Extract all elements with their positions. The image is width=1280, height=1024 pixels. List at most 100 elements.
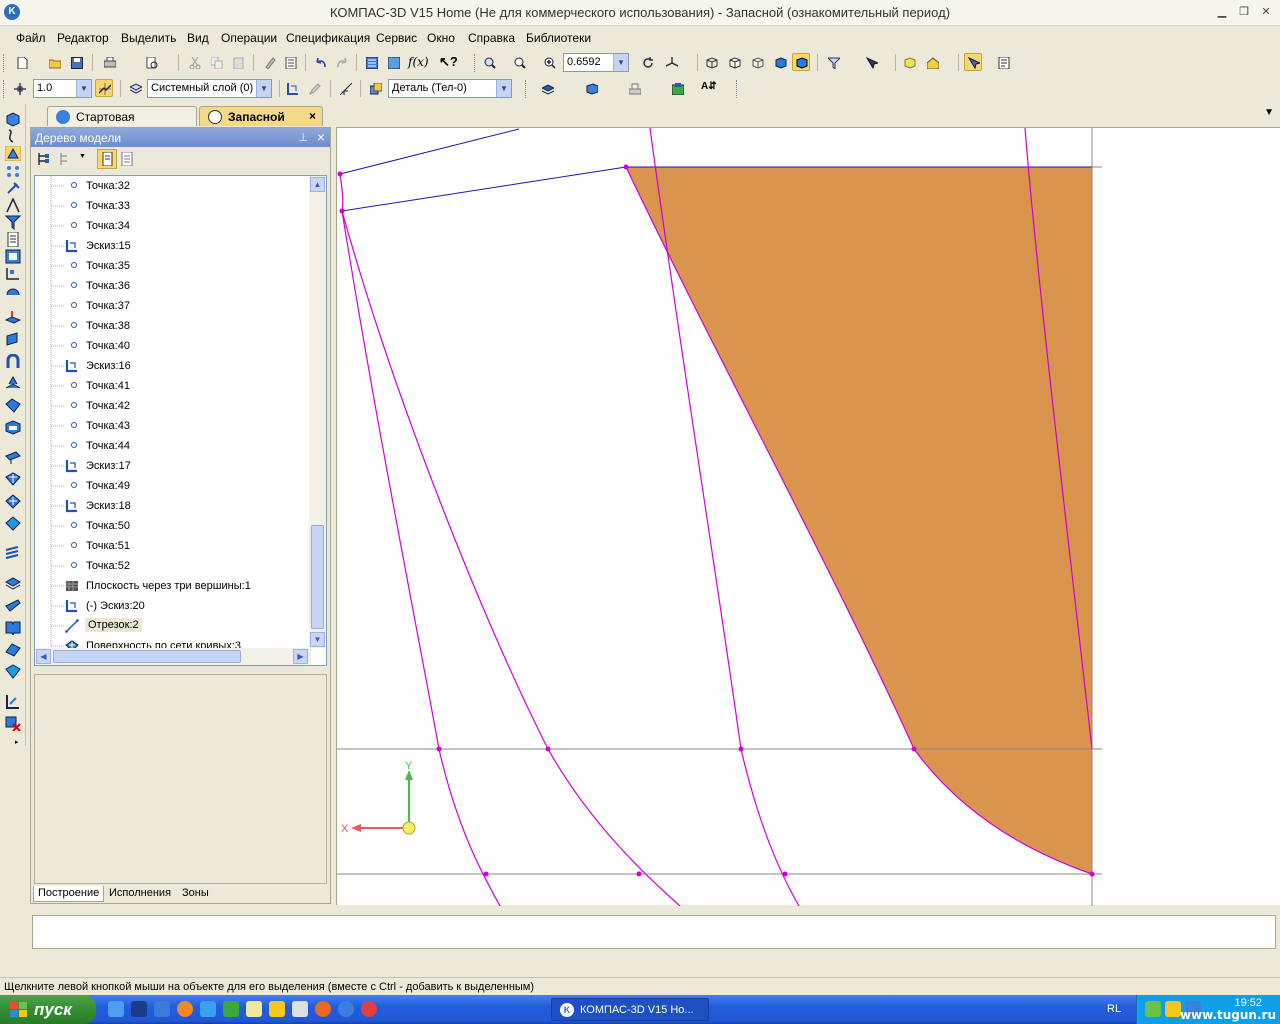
kompas-logo-icon[interactable] xyxy=(338,1001,354,1017)
qip-icon[interactable] xyxy=(154,1001,170,1017)
tree-item-point[interactable]: Точка:40 xyxy=(35,336,313,356)
scroll-left-button[interactable]: ◀ xyxy=(36,649,51,664)
net-icon[interactable] xyxy=(5,664,21,679)
folder-icon[interactable] xyxy=(269,1001,285,1017)
tab-versions[interactable]: Исполнения xyxy=(105,886,175,902)
tree-item-point[interactable]: Точка:38 xyxy=(35,316,313,336)
control-point[interactable] xyxy=(1089,871,1095,877)
menu-libraries[interactable]: Библиотеки xyxy=(526,31,591,45)
dimensions-button[interactable]: A⇵ xyxy=(700,79,718,97)
control-point[interactable] xyxy=(738,746,744,752)
expand-arrow-icon[interactable]: ▸ xyxy=(15,738,19,746)
menu-editor[interactable]: Редактор xyxy=(57,31,109,45)
tab-zapasnoy[interactable]: Запасной × xyxy=(199,106,323,126)
model-drawing[interactable]: Y X xyxy=(337,127,1280,907)
tree-structure-icon[interactable] xyxy=(37,152,51,166)
tree-item-point[interactable]: Точка:42 xyxy=(35,396,313,416)
tree-item-point[interactable]: Точка:35 xyxy=(35,256,313,276)
hscroll-thumb[interactable] xyxy=(53,650,241,663)
surface-patch-icon[interactable] xyxy=(5,398,21,413)
control-point[interactable] xyxy=(483,871,489,877)
command-input-panel[interactable] xyxy=(32,915,1276,949)
tree-item-point[interactable]: Точка:32 xyxy=(35,176,313,196)
control-point[interactable] xyxy=(782,871,788,877)
array-icon[interactable] xyxy=(5,164,21,179)
preview-button[interactable] xyxy=(142,53,160,71)
manager-button[interactable] xyxy=(362,53,380,71)
curve-edge[interactable] xyxy=(339,173,344,212)
tree-item-point[interactable]: Точка:50 xyxy=(35,516,313,536)
media-player-icon[interactable] xyxy=(131,1001,147,1017)
tree-item-point[interactable]: Точка:49 xyxy=(35,476,313,496)
tree-item-point[interactable]: Точка:51 xyxy=(35,536,313,556)
mesh-surface-icon[interactable] xyxy=(5,494,21,509)
new-file-button[interactable] xyxy=(12,53,30,71)
tab-start-page[interactable]: Стартовая страница xyxy=(47,106,197,138)
chrome-icon[interactable] xyxy=(361,1001,377,1017)
book-icon[interactable] xyxy=(5,620,21,635)
hidden-lines-button[interactable] xyxy=(725,53,743,71)
open-file-button[interactable] xyxy=(45,53,63,71)
menu-select[interactable]: Выделить xyxy=(121,31,176,45)
control-point[interactable] xyxy=(339,208,345,214)
filter-button[interactable] xyxy=(824,53,842,71)
edit-sketch-button[interactable] xyxy=(305,79,323,97)
tray-flag-icon[interactable] xyxy=(1145,1001,1161,1017)
menu-operations[interactable]: Операции xyxy=(221,31,277,45)
surface-fill[interactable] xyxy=(626,167,1092,874)
tree-item-point[interactable]: Точка:34 xyxy=(35,216,313,236)
sheet-icon[interactable] xyxy=(5,546,21,561)
control-point[interactable] xyxy=(337,171,343,177)
orientation-button[interactable] xyxy=(662,53,680,71)
properties-brush-button[interactable] xyxy=(260,53,278,71)
sketch-line-2[interactable] xyxy=(341,166,627,212)
wireframe-button[interactable] xyxy=(702,53,720,71)
patch-icon[interactable] xyxy=(5,516,21,531)
select-filter-button[interactable] xyxy=(862,53,880,71)
paste-button[interactable] xyxy=(229,53,247,71)
layers-button[interactable] xyxy=(126,79,144,97)
variables-button[interactable] xyxy=(384,53,402,71)
filter-funnel-icon[interactable] xyxy=(5,215,21,230)
tree-item-sketch[interactable]: Эскиз:15 xyxy=(35,236,313,256)
tree-item-point[interactable]: Точка:37 xyxy=(35,296,313,316)
origin-point[interactable] xyxy=(402,821,416,835)
thin-lines-button[interactable] xyxy=(748,53,766,71)
tab-construction[interactable]: Построение xyxy=(33,886,105,902)
control-point[interactable] xyxy=(436,746,442,752)
shaded-edges-button[interactable] xyxy=(792,53,810,71)
tree-item-sketch[interactable]: Эскиз:16 xyxy=(35,356,313,376)
start-button[interactable]: пуск xyxy=(0,995,96,1024)
tree-item-point[interactable]: Точка:41 xyxy=(35,376,313,396)
save-button[interactable] xyxy=(67,53,85,71)
scroll-down-button[interactable]: ▼ xyxy=(310,632,325,647)
zoom-window-button[interactable] xyxy=(480,53,498,71)
house-button[interactable] xyxy=(923,53,941,71)
minimize-button[interactable]: ▁ xyxy=(1214,5,1230,20)
cut-button[interactable] xyxy=(185,53,203,71)
close-icon[interactable]: × xyxy=(309,109,316,123)
surface-net-icon[interactable] xyxy=(5,472,21,487)
curve-2[interactable] xyxy=(341,210,681,907)
language-indicator[interactable]: RL xyxy=(1107,1003,1121,1015)
fx-button[interactable]: f(x) xyxy=(406,53,429,71)
firefox-icon[interactable] xyxy=(177,1001,193,1017)
shell-icon[interactable] xyxy=(5,420,21,435)
tab-zones[interactable]: Зоны xyxy=(178,886,213,902)
loft-icon[interactable] xyxy=(5,376,21,391)
curve-1[interactable] xyxy=(341,210,501,907)
ie-icon[interactable] xyxy=(108,1001,124,1017)
copy-button[interactable] xyxy=(207,53,225,71)
tree-item-point[interactable]: Точка:52 xyxy=(35,556,313,576)
document-icon[interactable] xyxy=(5,232,21,247)
tree-item-sketch[interactable]: (-) Эскиз:20 xyxy=(35,596,313,616)
frame-icon[interactable] xyxy=(5,249,21,264)
tree-item-point[interactable]: Точка:33 xyxy=(35,196,313,216)
menu-window[interactable]: Окно xyxy=(427,31,455,45)
parametric-mode-button[interactable] xyxy=(336,79,354,97)
tree-item-point[interactable]: Точка:43 xyxy=(35,416,313,436)
undo-button[interactable] xyxy=(311,53,329,71)
menu-specification[interactable]: Спецификация xyxy=(286,31,370,45)
body-select[interactable]: Деталь (Тел-0) ▼ xyxy=(388,79,512,98)
tree-item-point[interactable]: Точка:36 xyxy=(35,276,313,296)
